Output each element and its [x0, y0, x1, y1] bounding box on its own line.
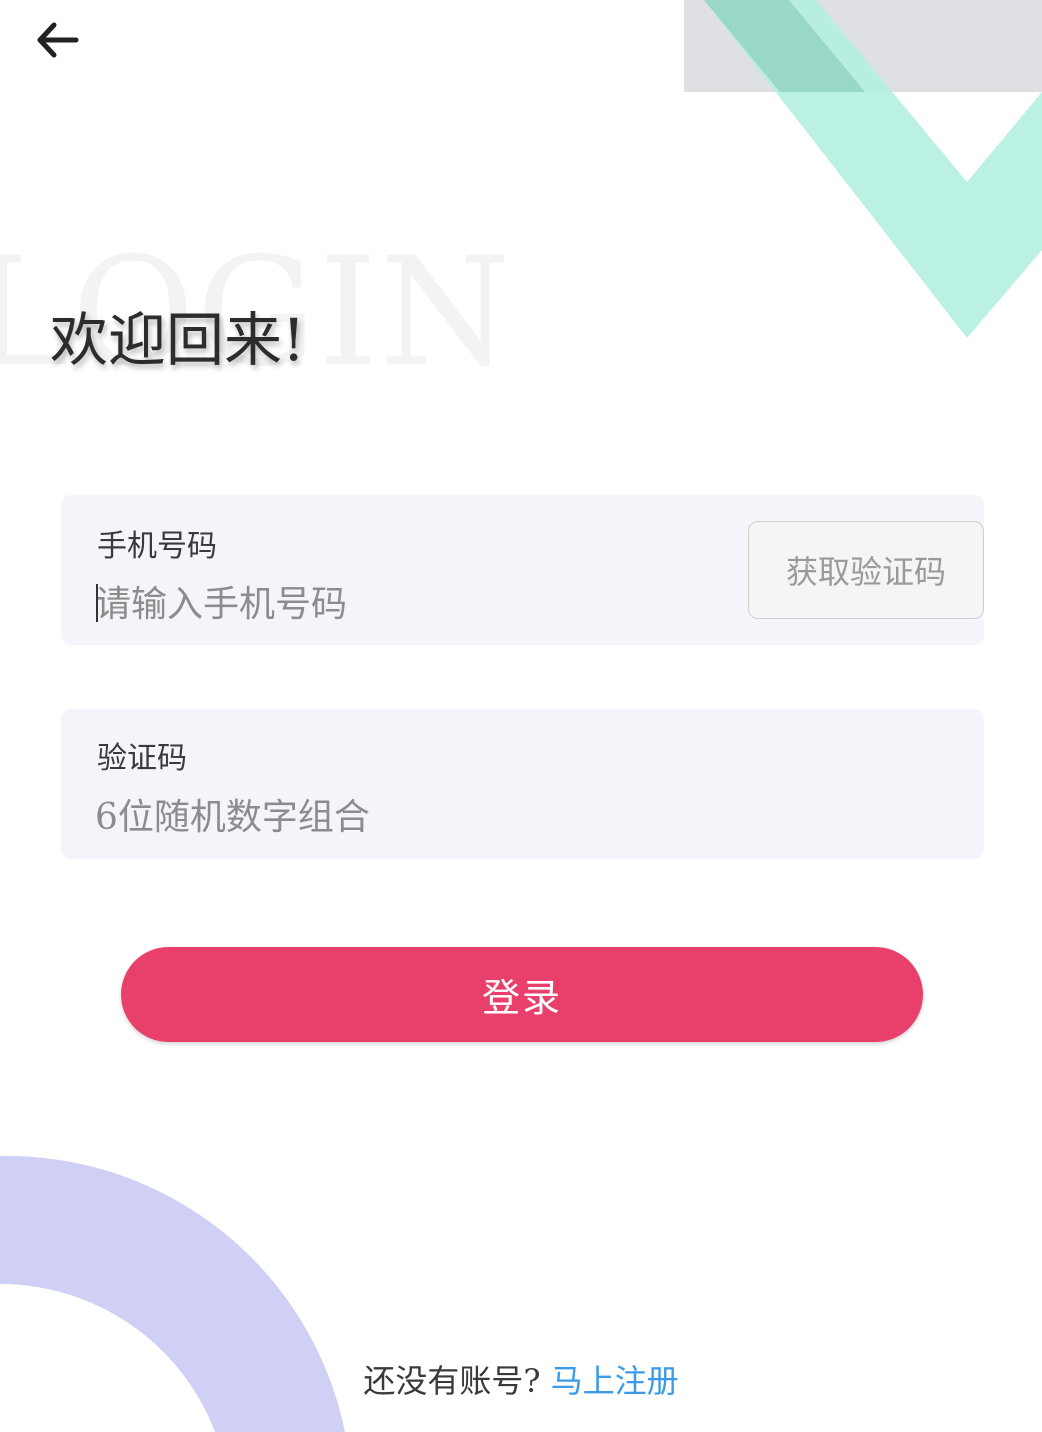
code-label: 验证码: [97, 741, 187, 776]
back-button[interactable]: [26, 14, 88, 66]
register-prompt: 还没有账号?: [363, 1362, 541, 1400]
login-button[interactable]: 登录: [121, 947, 923, 1042]
phone-label: 手机号码: [97, 529, 217, 564]
page-title: 欢迎回来!: [50, 306, 306, 374]
mint-chevron: [704, 0, 1042, 338]
login-page: LOGIN 欢迎回来! 手机号码 获取验证码 验证码 登录 还没有账号? 马上注…: [0, 0, 1042, 1432]
arrow-left-icon: [37, 22, 79, 58]
code-field-card: 验证码: [61, 709, 984, 859]
code-input[interactable]: [95, 789, 695, 845]
top-gray-band: [684, 0, 1042, 92]
text-caret: [96, 584, 98, 622]
register-row: 还没有账号? 马上注册: [0, 1356, 1042, 1402]
phone-input[interactable]: [95, 576, 695, 632]
phone-field-card: 手机号码 获取验证码: [61, 495, 984, 645]
register-link[interactable]: 马上注册: [551, 1362, 679, 1400]
get-code-button[interactable]: 获取验证码: [748, 521, 984, 619]
mint-chevron-overlap: [704, 0, 865, 92]
